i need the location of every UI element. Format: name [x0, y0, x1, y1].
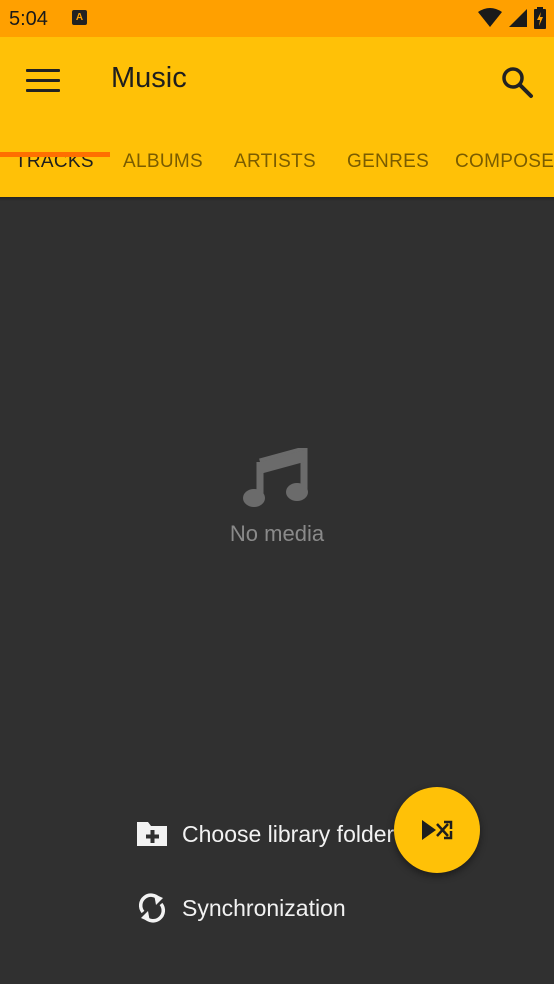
status-bar: 5:04 A — [0, 0, 554, 37]
page-title: Music — [111, 62, 187, 94]
tab-bar: TRACKS ALBUMS ARTISTS GENRES COMPOSERS — [0, 137, 554, 197]
music-note-icon — [243, 448, 308, 507]
tab-indicator — [0, 152, 110, 157]
tab-genres[interactable]: GENRES — [347, 151, 429, 173]
battery-icon — [534, 7, 546, 29]
wifi-icon — [478, 8, 502, 27]
app-bar-shadow — [0, 197, 554, 201]
folder-add-icon — [134, 818, 170, 850]
empty-state-text: No media — [229, 521, 325, 546]
shuffle-play-button[interactable] — [394, 787, 480, 873]
synchronization-button[interactable]: Synchronization — [134, 888, 346, 928]
choose-library-folder-button[interactable]: Choose library folder — [134, 814, 394, 854]
menu-icon[interactable] — [26, 69, 60, 93]
status-icons — [478, 7, 546, 29]
tab-albums[interactable]: ALBUMS — [123, 151, 203, 173]
notification-icon: A — [72, 10, 87, 25]
status-time: 5:04 — [9, 8, 48, 30]
search-icon[interactable] — [500, 65, 534, 99]
sync-icon — [134, 892, 170, 924]
shuffle-play-icon — [422, 820, 453, 840]
choose-library-folder-label: Choose library folder — [182, 820, 395, 847]
app-bar: Music TRACKS ALBUMS ARTISTS GENRES COMPO… — [0, 37, 554, 197]
cell-signal-icon — [509, 9, 527, 27]
tab-artists[interactable]: ARTISTS — [234, 151, 316, 173]
synchronization-label: Synchronization — [182, 894, 346, 921]
tab-composers[interactable]: COMPOSERS — [455, 151, 554, 173]
